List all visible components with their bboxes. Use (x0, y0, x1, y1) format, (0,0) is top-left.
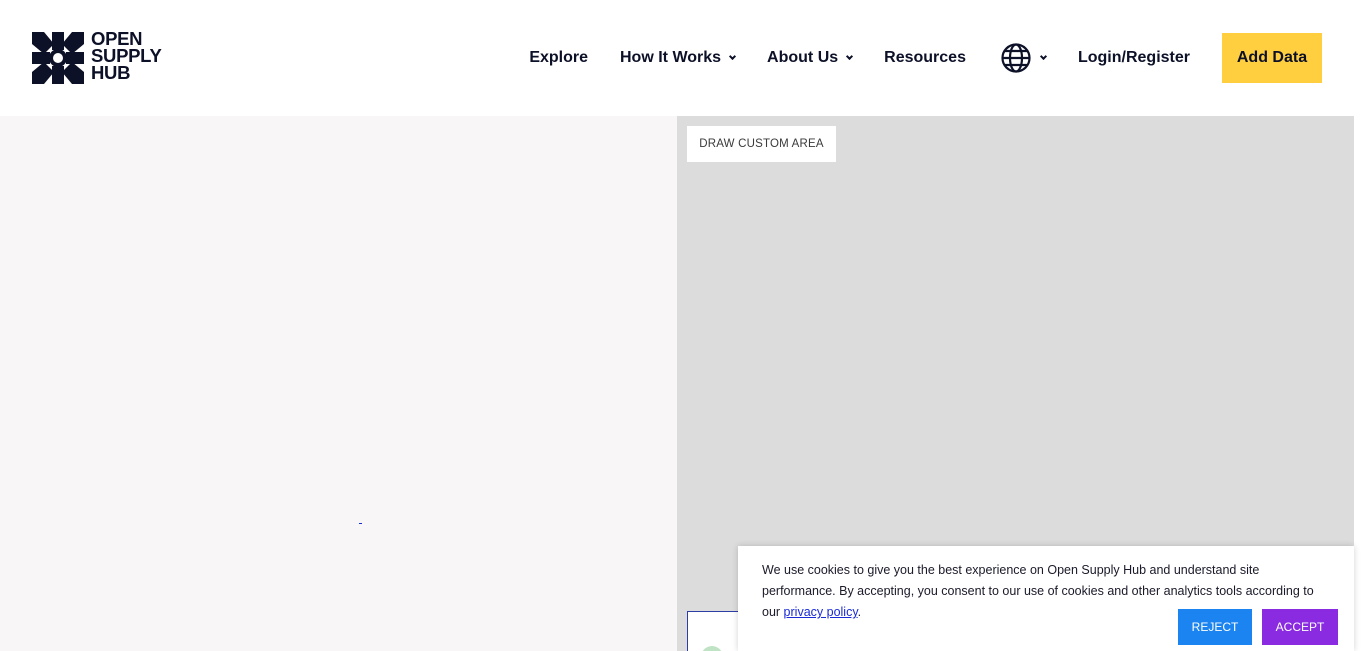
login-register-label: Login/Register (1077, 49, 1190, 66)
language-selector[interactable] (1000, 42, 1048, 74)
add-data-button[interactable]: Add Data (1222, 33, 1322, 83)
legend-cluster-dot (701, 646, 723, 651)
nav-about-us[interactable]: About Us (767, 49, 854, 67)
main-nav: Explore How It Works About Us Resources (529, 33, 1322, 83)
nav-explore[interactable]: Explore (529, 49, 588, 67)
page: OPEN SUPPLY HUB Explore How It Works Abo… (0, 0, 1366, 651)
globe-icon (1001, 43, 1031, 73)
chevron-down-icon (1039, 52, 1048, 61)
nav-about-us-label: About Us (767, 49, 839, 66)
loading-indicator (359, 523, 362, 524)
nav-resources-label: Resources (884, 49, 966, 66)
reject-label: REJECT (1191, 620, 1239, 634)
results-panel (0, 116, 677, 651)
site-logo[interactable]: OPEN SUPPLY HUB (32, 29, 173, 86)
nav-how-it-works[interactable]: How It Works (620, 49, 737, 67)
site-header: OPEN SUPPLY HUB Explore How It Works Abo… (0, 0, 1366, 116)
draw-custom-area-label: DRAW CUSTOM AREA (699, 138, 824, 150)
logo-line-3: HUB (91, 62, 131, 83)
right-gutter (1354, 116, 1366, 651)
nav-explore-label: Explore (529, 49, 588, 66)
nav-resources[interactable]: Resources (884, 49, 966, 67)
draw-custom-area-button[interactable]: DRAW CUSTOM AREA (687, 126, 836, 162)
cookie-banner: We use cookies to give you the best expe… (738, 546, 1354, 651)
logo-wordmark: OPEN SUPPLY HUB (91, 29, 173, 83)
open-supply-hub-logo-icon (32, 32, 84, 84)
login-register-link[interactable]: Login/Register (1078, 49, 1190, 67)
reject-cookies-button[interactable]: REJECT (1178, 609, 1252, 645)
add-data-label: Add Data (1236, 49, 1308, 66)
accept-cookies-button[interactable]: ACCEPT (1262, 609, 1338, 645)
nav-how-it-works-label: How It Works (620, 49, 722, 66)
accept-label: ACCEPT (1275, 620, 1325, 634)
chevron-down-icon (729, 52, 737, 61)
privacy-policy-link[interactable]: privacy policy (784, 605, 858, 619)
cookie-text-end: . (857, 605, 862, 619)
chevron-down-icon (846, 52, 854, 61)
